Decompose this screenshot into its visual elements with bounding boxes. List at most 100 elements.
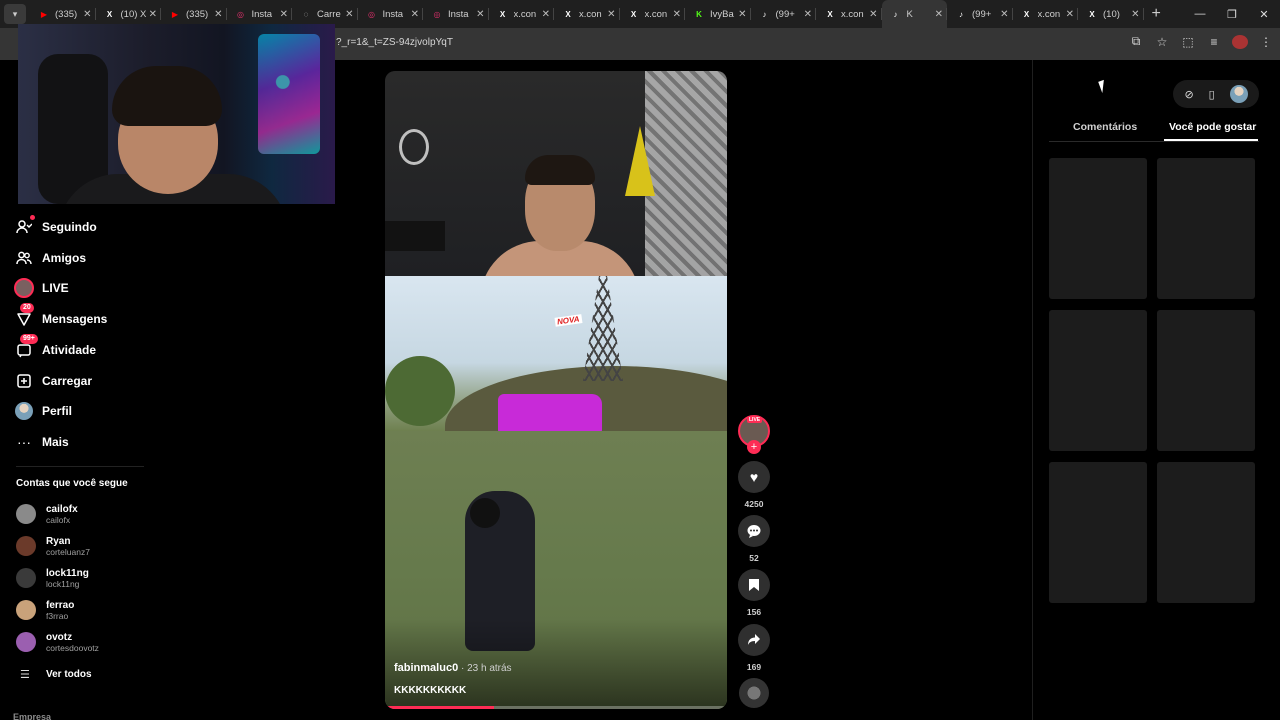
suggested-video-thumbnail[interactable]: [1157, 462, 1255, 603]
suggested-video-thumbnail[interactable]: [1049, 462, 1147, 603]
sidebar-item-amigos[interactable]: Amigos: [14, 246, 86, 270]
bookmark-star-icon[interactable]: ☆: [1154, 35, 1170, 49]
tab-close-icon[interactable]: ✕: [411, 9, 419, 20]
suggested-video-thumbnail[interactable]: [1049, 310, 1147, 451]
new-tab-button[interactable]: +: [1152, 5, 1161, 23]
in-game-logo: NOVA: [554, 314, 583, 327]
followed-account[interactable]: Ryan corteluanz7: [16, 531, 90, 561]
tab-close-icon[interactable]: ✕: [804, 9, 812, 20]
list-icon: ☰: [20, 669, 30, 681]
browser-profile-avatar[interactable]: [1232, 34, 1248, 49]
install-app-icon[interactable]: ⧉: [1128, 34, 1144, 49]
browser-tab[interactable]: Xx.con ✕: [620, 0, 685, 28]
browser-tab[interactable]: Xx.con ✕: [554, 0, 620, 28]
video-player[interactable]: NOVA fabinmaluc0 · 23 h atrás KKKKKKKKKK: [385, 71, 727, 709]
suggested-video-thumbnail[interactable]: [1049, 158, 1147, 299]
tab-close-icon[interactable]: ✕: [476, 9, 484, 20]
browser-tab[interactable]: ◎ Insta ✕: [423, 0, 489, 28]
tab-close-icon[interactable]: ✕: [83, 9, 91, 20]
tab-close-icon[interactable]: ✕: [280, 9, 288, 20]
tab-comentarios[interactable]: Comentários: [1073, 121, 1137, 133]
sidebar-item-carregar[interactable]: Carregar: [14, 369, 92, 393]
tab-title: (10) X: [120, 8, 147, 20]
followed-account[interactable]: lock11ng lock11ng: [16, 563, 89, 593]
tab-close-icon[interactable]: ✕: [1131, 9, 1139, 20]
author-name[interactable]: fabinmaluc0: [394, 662, 458, 674]
sidebar-item-live[interactable]: LIVE: [14, 276, 69, 300]
sidebar-item-label: LIVE: [42, 281, 69, 295]
tab-title: Insta: [382, 8, 404, 20]
followed-account[interactable]: ferrao f3rrao: [16, 595, 74, 625]
account-name: Ryan: [46, 535, 71, 547]
user-avatar[interactable]: [1229, 85, 1248, 103]
browser-tab[interactable]: Xx.con ✕: [1013, 0, 1078, 28]
like-action[interactable]: ♥ 4250: [738, 461, 770, 509]
minimize-button[interactable]: —: [1184, 8, 1216, 20]
creator-avatar-button[interactable]: LIVE +: [738, 415, 770, 454]
tab-search-button[interactable]: ▾: [4, 4, 26, 24]
browser-tab[interactable]: ♪ (99+ ✕: [947, 0, 1013, 28]
tab-close-icon[interactable]: ✕: [345, 9, 353, 20]
video-progress-bar[interactable]: [385, 706, 727, 709]
avatar: [16, 600, 36, 620]
follow-button[interactable]: +: [747, 440, 761, 454]
save-count: 156: [746, 607, 762, 617]
tab-close-icon[interactable]: ✕: [673, 9, 681, 20]
browser-menu-icon[interactable]: ⋮: [1258, 35, 1274, 49]
share-icon[interactable]: [738, 624, 770, 656]
followed-account[interactable]: cailofx cailofx: [16, 499, 78, 529]
video-author[interactable]: fabinmaluc0 · 23 h atrás: [394, 662, 512, 674]
tab-close-icon[interactable]: ✕: [935, 9, 943, 20]
tab-voce-pode-gostar[interactable]: Você pode gostar: [1169, 121, 1256, 133]
url-text[interactable]: ?_r=1&_t=ZS-94zjvolpYqT: [336, 37, 453, 48]
phone-icon[interactable]: ▯: [1209, 88, 1215, 101]
music-disc-icon[interactable]: [739, 678, 769, 708]
browser-tab[interactable]: ◎ Insta ✕: [358, 0, 423, 28]
sidebar-item-label: Perfil: [42, 404, 73, 418]
account-username: cailofx: [46, 514, 71, 525]
compass-icon[interactable]: ⊘: [1184, 88, 1193, 101]
sidebar-item-atividade[interactable]: 99+ Atividade: [14, 334, 96, 362]
extensions-icon[interactable]: ⬚: [1180, 35, 1196, 49]
tab-title: IvyBa: [710, 8, 734, 20]
see-all-button[interactable]: ☰ Ver todos: [20, 668, 92, 681]
sidebar-item-seguindo[interactable]: Seguindo: [14, 215, 97, 239]
tab-close-icon[interactable]: ✕: [869, 9, 877, 20]
maximize-button[interactable]: ❐: [1216, 8, 1248, 21]
heart-icon[interactable]: ♥: [738, 461, 770, 493]
comment-icon[interactable]: [738, 515, 770, 547]
browser-tab[interactable]: Xx.con ✕: [816, 0, 882, 28]
share-action[interactable]: 169: [738, 624, 770, 672]
browser-tab[interactable]: ♪ (99+ ✕: [751, 0, 816, 28]
browser-tab[interactable]: Xx.con ✕: [489, 0, 554, 28]
browser-tab[interactable]: K IvyBa ✕: [685, 0, 751, 28]
tab-close-icon[interactable]: ✕: [149, 9, 157, 20]
tab-close-icon[interactable]: ✕: [542, 9, 550, 20]
tab-close-icon[interactable]: ✕: [214, 9, 222, 20]
sidebar-item-mais[interactable]: ··· Mais: [14, 430, 69, 454]
comment-action[interactable]: 52: [738, 515, 770, 563]
close-window-button[interactable]: ✕: [1248, 8, 1280, 21]
sidebar-item-label: Carregar: [42, 374, 93, 388]
tab-close-icon[interactable]: ✕: [607, 9, 615, 20]
upload-icon: [14, 371, 34, 391]
followed-account[interactable]: ovotz cortesdoovotz: [16, 627, 99, 657]
music-disc-button[interactable]: [738, 678, 770, 708]
tab-close-icon[interactable]: ✕: [1066, 9, 1074, 20]
footer-company-link[interactable]: Empresa: [13, 712, 51, 720]
video-caption: KKKKKKKKKK: [394, 685, 467, 696]
bookmark-icon[interactable]: [738, 569, 770, 601]
media-controls-icon[interactable]: ≡: [1206, 35, 1222, 49]
browser-tab[interactable]: X (10) ✕: [1078, 0, 1144, 28]
tab-title: K: [906, 8, 913, 20]
x-icon: X: [565, 9, 571, 19]
tab-close-icon[interactable]: ✕: [1000, 9, 1008, 20]
like-count: 4250: [744, 499, 764, 509]
tab-close-icon[interactable]: ✕: [738, 9, 746, 20]
suggested-video-thumbnail[interactable]: [1157, 310, 1255, 451]
suggested-video-thumbnail[interactable]: [1157, 158, 1255, 299]
save-action[interactable]: 156: [738, 569, 770, 617]
sidebar-item-mensagens[interactable]: 20 Mensagens: [14, 303, 107, 331]
browser-tab[interactable]: ♪ K ✕: [881, 0, 947, 28]
sidebar-item-perfil[interactable]: Perfil: [14, 399, 72, 423]
